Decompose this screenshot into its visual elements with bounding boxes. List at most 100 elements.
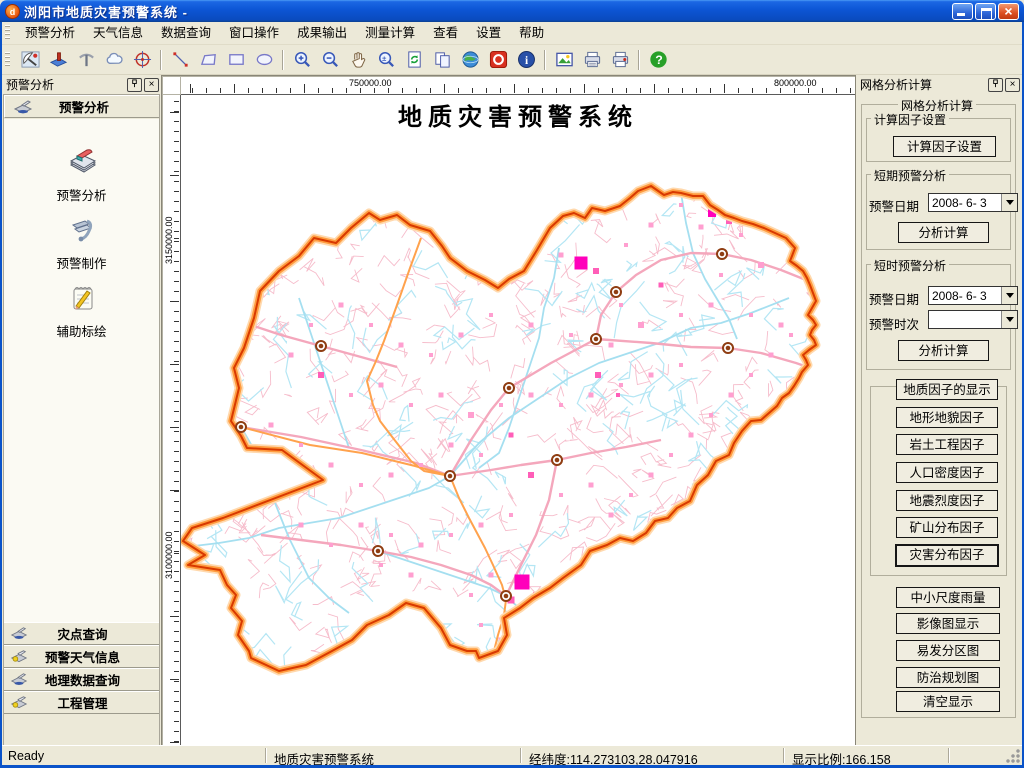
short-time-analyze-button[interactable]: 分析计算 [898,340,989,361]
globe-icon[interactable] [459,49,481,71]
section-header-label: 预警分析 [33,97,135,116]
svg-text:±: ± [382,54,386,63]
left-panel-caption: 预警分析 × [2,75,161,94]
display-button-2[interactable]: 易发分区图 [896,640,1000,661]
ellipse-tool-icon[interactable] [253,49,275,71]
close-button[interactable] [998,3,1019,20]
ruler-y-label-1: 3100000.00 [164,531,174,579]
toolbar-separator [544,50,546,70]
factor-button-2[interactable]: 岩土工程因子 [896,434,998,455]
book-icon [65,145,99,179]
sidebar-section-label: 地理数据查询 [28,670,137,689]
short-time-date-combobox[interactable]: 2008- 6- 3 [928,286,1018,305]
right-panel-title: 网格分析计算 [860,76,988,93]
satellite-icon[interactable] [19,49,41,71]
svg-text:i: i [524,55,527,67]
factor-button-4[interactable]: 地震烈度因子 [896,490,998,511]
factor-button-1[interactable]: 地形地貌因子 [896,407,998,428]
menu-grip[interactable] [5,25,10,41]
resize-grip[interactable] [1006,749,1020,763]
short-term-analyze-button[interactable]: 分析计算 [898,222,989,243]
chevron-down-icon[interactable] [1001,194,1017,211]
menu-item-0[interactable]: 预警分析 [16,22,84,44]
image-icon[interactable] [553,49,575,71]
sidebar-section-1[interactable]: 预警天气信息 [4,645,159,668]
display-button-1[interactable]: 影像图显示 [896,613,1000,634]
print-setup-icon[interactable] [609,49,631,71]
chevron-down-icon[interactable] [1001,287,1017,304]
toolbar-grip[interactable] [5,52,10,68]
info-icon[interactable]: i [515,49,537,71]
pick-icon[interactable] [75,49,97,71]
right-panel-caption: 网格分析计算 × [856,75,1022,94]
minimize-button[interactable] [952,3,973,20]
pin-tool-icon[interactable] [47,49,69,71]
status-bar: Ready 地质灾害预警系统 经纬度:114.273103,28.047916 … [2,745,1022,765]
menu-item-5[interactable]: 测量计算 [356,22,424,44]
print-icon[interactable] [581,49,603,71]
fax-icon [10,672,28,687]
display-button-4[interactable]: 清空显示 [896,691,1000,712]
map-svg: 地质灾害预警系统 [181,95,855,745]
close-panel-icon[interactable]: × [144,78,159,92]
menu-item-3[interactable]: 窗口操作 [220,22,288,44]
menu-item-1[interactable]: 天气信息 [84,22,152,44]
factor-button-5[interactable]: 矿山分布因子 [896,517,998,538]
app-icon: d [5,4,20,19]
short-term-date-combobox[interactable]: 2008- 6- 3 [928,193,1018,212]
pin-icon[interactable] [127,78,142,92]
short-term-date-value: 2008- 6- 3 [932,196,987,210]
rect-tool-icon[interactable] [225,49,247,71]
stop-icon[interactable] [487,49,509,71]
menu-item-4[interactable]: 成果输出 [288,22,356,44]
chevron-down-icon[interactable] [1001,311,1017,328]
title-bar: d 浏阳市地质灾害预警系统 - [0,0,1024,22]
target-icon[interactable] [131,49,153,71]
zoom-in-icon[interactable] [291,49,313,71]
map-area: 750000.00800000.00 3150000.003100000.00 … [161,75,856,746]
polygon-tool-icon[interactable] [197,49,219,71]
tool-bar: ± i? [2,45,1022,75]
nav-item-label: 辅助标绘 [4,321,159,340]
nav-item-0[interactable]: 预警分析 [4,145,159,204]
toolbar-separator [282,50,284,70]
help-icon[interactable]: ? [647,49,669,71]
zoom-select-icon[interactable]: ± [375,49,397,71]
restore-button[interactable] [975,3,996,20]
display-button-3[interactable]: 防治规划图 [896,667,1000,688]
nav-item-label: 预警分析 [4,185,159,204]
line-tool-icon[interactable] [169,49,191,71]
pin-icon[interactable] [988,78,1003,92]
factor-button-6[interactable]: 灾害分布因子 [895,544,999,567]
status-separator [783,748,785,763]
short-time-date-value: 2008- 6- 3 [932,289,987,303]
ruler-corner [162,76,181,95]
cloud-icon[interactable] [103,49,125,71]
short-time-period-label: 预警时次 [869,314,919,333]
sidebar-section-label: 预警天气信息 [28,647,137,666]
menu-item-8[interactable]: 帮助 [510,22,553,44]
short-time-period-combobox[interactable] [928,310,1018,329]
pan-hand-icon[interactable] [347,49,369,71]
copy-icon[interactable] [431,49,453,71]
menu-item-2[interactable]: 数据查询 [152,22,220,44]
vertical-ruler: 3150000.003100000.00 [162,95,181,745]
refresh-page-icon[interactable] [403,49,425,71]
close-panel-icon[interactable]: × [1005,78,1020,92]
left-panel: 预警分析 × 预警分析 预警分析预警制作辅助标绘 灾点查询预警天气信息地理数据查… [2,75,161,746]
factor-settings-button[interactable]: 计算因子设置 [893,136,996,157]
zoom-out-icon[interactable] [319,49,341,71]
short-term-date-label: 预警日期 [869,196,919,215]
map-canvas[interactable]: 地质灾害预警系统 [181,95,855,745]
display-button-0[interactable]: 中小尺度雨量 [896,587,1000,608]
nav-item-1[interactable]: 预警制作 [4,213,159,272]
menu-item-6[interactable]: 查看 [424,22,467,44]
section-header-warning-analysis[interactable]: 预警分析 [4,95,159,118]
nav-item-2[interactable]: 辅助标绘 [4,281,159,340]
sidebar-section-2[interactable]: 地理数据查询 [4,668,159,691]
sidebar-section-0[interactable]: 灾点查询 [4,622,159,645]
factor-button-0[interactable]: 地质因子的显示 [896,379,998,400]
factor-button-3[interactable]: 人口密度因子 [896,462,998,483]
sidebar-section-3[interactable]: 工程管理 [4,691,159,714]
menu-item-7[interactable]: 设置 [467,22,510,44]
